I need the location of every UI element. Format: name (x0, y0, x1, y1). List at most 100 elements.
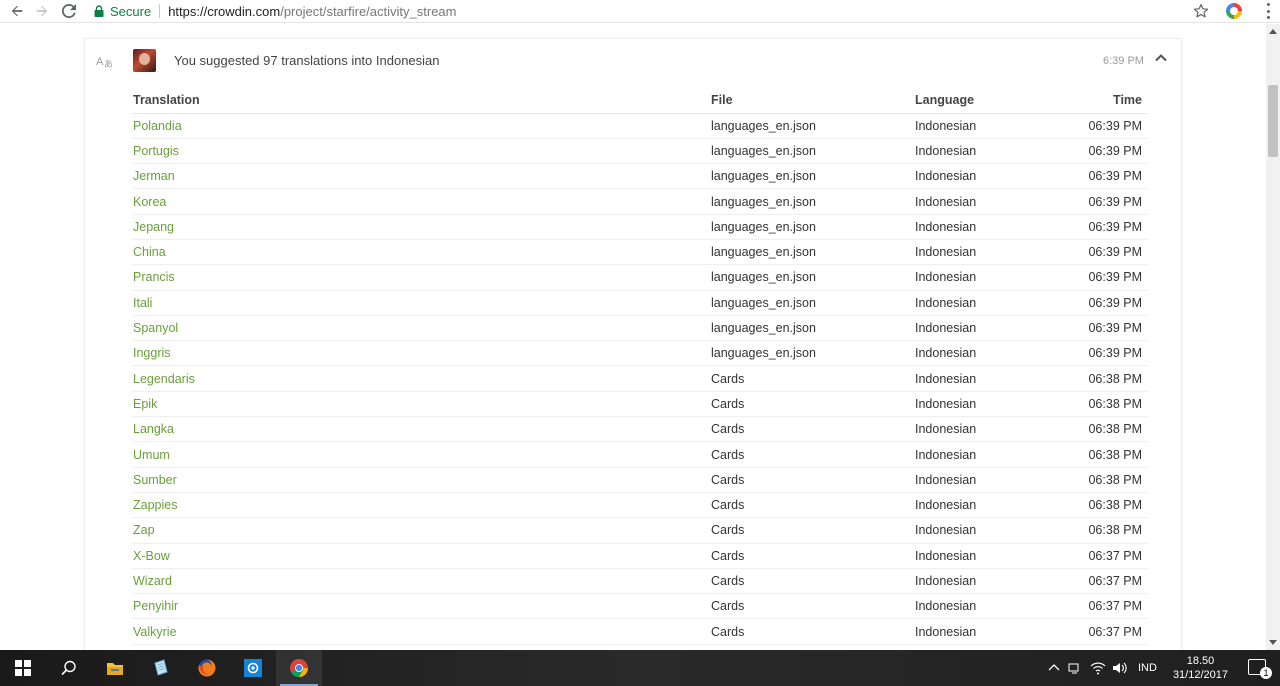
translation-link[interactable]: Penyihir (133, 599, 178, 613)
activity-time: 6:39 PM (1103, 55, 1144, 67)
arrow-left-icon (11, 5, 23, 17)
taskbar-file-explorer[interactable] (92, 650, 138, 686)
page-content: Aあ You suggested 97 translations into In… (0, 24, 1266, 650)
extension-icon[interactable] (1226, 3, 1242, 19)
file-cell: languages_en.json (710, 188, 914, 215)
translation-link[interactable]: Wizard (133, 574, 172, 588)
language-cell: Indonesian (914, 416, 1054, 443)
translation-link[interactable]: Langka (133, 422, 174, 436)
show-hidden-icons-icon[interactable] (1048, 663, 1060, 671)
activity-summary: You suggested 97 translations into Indon… (174, 53, 440, 68)
file-cell: languages_en.json (710, 113, 914, 139)
system-tray: IND 18.50 31/12/2017 1 (1040, 650, 1280, 686)
translation-cell: Langka (132, 416, 710, 443)
wifi-icon[interactable] (1090, 661, 1106, 675)
time-cell: 06:39 PM (1054, 239, 1148, 266)
translation-cell: Korea (132, 188, 710, 215)
translation-link[interactable]: Epik (133, 397, 157, 411)
table-row: Jerman languages_en.json Indonesian 06:39 P… (132, 163, 1148, 190)
time-cell: 06:37 PM (1054, 568, 1148, 595)
address-bar[interactable]: Secure https://crowdin.com/project/starf… (86, 0, 1218, 22)
file-cell: languages_en.json (710, 214, 914, 240)
translation-link[interactable]: Legendaris (133, 372, 195, 386)
volume-icon[interactable] (1112, 661, 1128, 675)
clock[interactable]: 18.50 31/12/2017 (1173, 654, 1228, 682)
language-cell: Indonesian (914, 543, 1054, 569)
language-cell: Indonesian (914, 113, 1054, 139)
translation-link[interactable]: Korea (133, 195, 166, 209)
translation-link[interactable]: Portugis (133, 144, 179, 158)
language-cell: Indonesian (914, 517, 1054, 544)
table-row: Epik Cards Indonesian 06:38 PM (132, 391, 1148, 418)
folder-icon (107, 663, 123, 675)
mail-icon (244, 659, 262, 677)
chrome-icon (290, 659, 308, 677)
chevron-up-icon[interactable] (1154, 51, 1168, 65)
language-cell: Indonesian (914, 568, 1054, 595)
translation-link[interactable]: Jerman (133, 169, 175, 183)
file-cell: Cards (710, 618, 914, 645)
translation-cell: Zappies (132, 492, 710, 519)
translation-link[interactable]: Prancis (133, 270, 175, 284)
network-icon[interactable] (1068, 661, 1082, 675)
translation-link[interactable]: Inggris (133, 346, 171, 360)
language-cell: Indonesian (914, 618, 1054, 645)
time-cell: 06:38 PM (1054, 441, 1148, 468)
table-body: Polandia languages_en.json Indonesian 06:39… (132, 113, 1148, 645)
taskbar-notepad[interactable] (138, 650, 184, 686)
table-row: Jepang languages_en.json Indonesian 06:39 P… (132, 214, 1148, 240)
taskbar-firefox[interactable] (184, 650, 230, 686)
firefox-icon (198, 659, 216, 677)
translation-link[interactable]: Valkyrie (133, 625, 177, 639)
translation-link[interactable]: Sumber (133, 473, 177, 487)
column-header-language: Language (914, 87, 1054, 114)
translation-link[interactable]: Itali (133, 296, 152, 310)
forward-button[interactable] (32, 1, 52, 21)
translation-cell: Polandia (132, 113, 710, 139)
file-cell: languages_en.json (710, 290, 914, 316)
translation-cell: Spanyol (132, 315, 710, 342)
time-cell: 06:38 PM (1054, 492, 1148, 519)
back-button[interactable] (7, 1, 27, 21)
language-cell: Indonesian (914, 315, 1054, 342)
translation-link[interactable]: Umum (133, 448, 170, 462)
input-language[interactable]: IND (1138, 662, 1157, 674)
translation-link[interactable]: Zap (133, 523, 155, 537)
translation-cell: Jepang (132, 214, 710, 240)
table-row: Sumber Cards Indonesian 06:38 PM (132, 467, 1148, 493)
translation-link[interactable]: Polandia (133, 119, 182, 133)
file-cell: Cards (710, 568, 914, 595)
table-row: Legendaris Cards Indonesian 06:38 PM (132, 365, 1148, 392)
translation-link[interactable]: China (133, 245, 166, 259)
notification-count: 1 (1260, 667, 1272, 679)
translation-cell: Portugis (132, 138, 710, 165)
language-cell: Indonesian (914, 138, 1054, 165)
translation-cell: Wizard (132, 568, 710, 595)
time-cell: 06:39 PM (1054, 138, 1148, 165)
search-button[interactable] (46, 650, 92, 686)
translations-table: Translation File Language Time Polandia l… (132, 87, 1148, 645)
time-cell: 06:39 PM (1054, 315, 1148, 342)
reload-button[interactable] (59, 1, 79, 21)
bookmark-star-icon[interactable] (1192, 2, 1210, 20)
translation-link[interactable]: Zappies (133, 498, 177, 512)
vertical-scrollbar[interactable] (1266, 24, 1280, 650)
translation-link[interactable]: X-Bow (133, 549, 170, 563)
avatar[interactable] (133, 49, 156, 72)
browser-menu-icon[interactable] (1266, 3, 1270, 19)
scroll-down-icon[interactable] (1269, 640, 1277, 645)
scrollbar-thumb[interactable] (1268, 85, 1278, 157)
taskbar-outlook[interactable] (230, 650, 276, 686)
url-path: /project/starfire/activity_stream (280, 3, 457, 19)
time-cell: 06:37 PM (1054, 543, 1148, 569)
time-cell: 06:39 PM (1054, 214, 1148, 240)
translation-link[interactable]: Jepang (133, 220, 174, 234)
table-row: Itali languages_en.json Indonesian 06:39 PM (132, 290, 1148, 316)
taskbar-chrome[interactable] (276, 650, 322, 686)
scroll-up-icon[interactable] (1269, 29, 1277, 34)
start-button[interactable] (0, 650, 46, 686)
table-row: Penyihir Cards Indonesian 06:37 PM (132, 593, 1148, 620)
language-cell: Indonesian (914, 214, 1054, 240)
translation-link[interactable]: Spanyol (133, 321, 178, 335)
clock-date: 31/12/2017 (1172, 669, 1228, 681)
